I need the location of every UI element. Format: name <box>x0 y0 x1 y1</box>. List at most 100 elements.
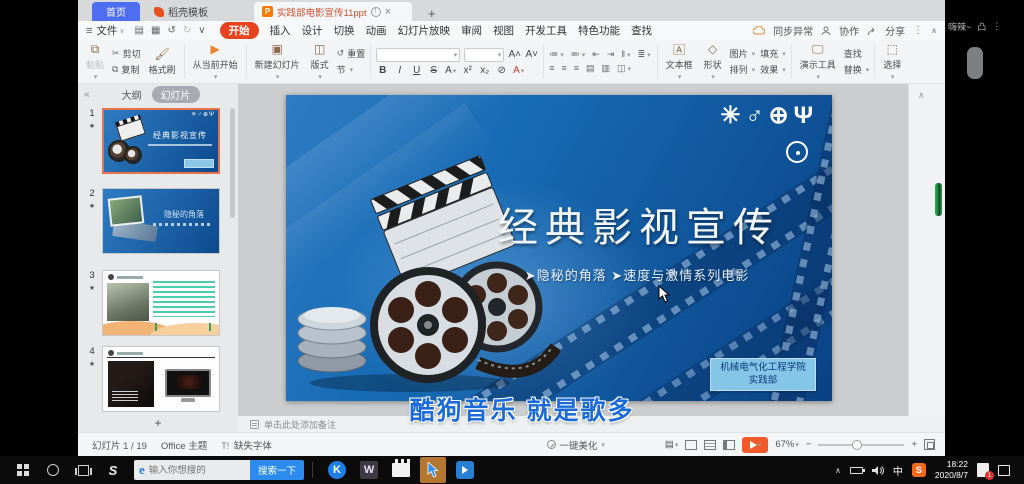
numbering-icon[interactable]: ≕ <box>571 49 587 60</box>
slides-tab[interactable]: 幻灯片 <box>152 86 200 103</box>
sogou-tray-icon[interactable]: S <box>912 463 926 477</box>
search-go-button[interactable]: 搜索一下 <box>250 460 304 480</box>
redo-icon[interactable]: ↻ <box>183 25 191 36</box>
picture-button[interactable]: 图片 <box>730 47 756 60</box>
tray-expand-icon[interactable]: ∧ <box>835 466 841 475</box>
menu-tab-slideshow[interactable]: 幻灯片放映 <box>398 23 451 38</box>
battery-icon[interactable] <box>850 467 863 474</box>
green-scrollbar-thumb[interactable] <box>935 183 942 216</box>
thumbs-up-icon[interactable]: 凸 <box>977 20 986 33</box>
taskbar-app-wps[interactable]: W <box>356 457 382 483</box>
tab-home[interactable]: 首页 <box>92 2 140 21</box>
add-slide-button[interactable]: + <box>78 416 238 432</box>
menu-tab-view[interactable]: 视图 <box>493 23 514 38</box>
scroll-up-icon[interactable]: ∧ <box>918 90 925 101</box>
widget-more-icon[interactable]: ⋮ <box>992 21 1001 32</box>
underline-button[interactable]: U <box>410 65 423 76</box>
reset-button[interactable]: 重置 <box>337 47 366 60</box>
document-notification-icon[interactable]: 1 <box>977 463 989 477</box>
font-color-button[interactable]: A <box>444 65 457 76</box>
text-direction-icon[interactable]: ‖ <box>621 49 631 60</box>
font-name-combo[interactable]: ▾ <box>376 48 460 62</box>
collapse-ribbon-icon[interactable] <box>931 25 937 36</box>
share-label[interactable]: 分享 <box>885 23 905 38</box>
panel-scrollbar[interactable] <box>230 108 235 218</box>
save-icon[interactable]: ▤ <box>135 25 144 36</box>
increase-font-icon[interactable]: A˄ <box>508 49 521 60</box>
menu-tab-insert[interactable]: 插入 <box>270 23 291 38</box>
slide-thumbnail-4[interactable]: 4 ★ <box>78 346 238 416</box>
taskbar-clock[interactable]: 18:22 2020/8/7 <box>935 459 968 481</box>
subscript-button[interactable]: x₂ <box>478 65 491 76</box>
menu-tab-find[interactable]: 查找 <box>631 23 652 38</box>
sync-error-icon[interactable] <box>753 26 765 35</box>
start-button[interactable] <box>8 456 38 484</box>
share-icon[interactable] <box>867 26 877 36</box>
bullets-icon[interactable]: ≔ <box>549 49 565 60</box>
bold-button[interactable]: B <box>376 65 389 76</box>
menu-tab-review[interactable]: 审阅 <box>461 23 482 38</box>
play-from-current-button[interactable]: ▶ 从当前开始 <box>190 41 241 82</box>
decrease-indent-icon[interactable]: ⇤ <box>592 49 601 60</box>
paste-button[interactable]: ⧉ 粘贴 <box>83 41 107 82</box>
slide-sorter-icon[interactable] <box>704 440 716 450</box>
slideshow-play-button[interactable] <box>742 437 768 453</box>
undo-icon[interactable]: ↺ <box>167 25 175 36</box>
menu-tab-transition[interactable]: 切换 <box>334 23 355 38</box>
distribute-icon[interactable]: ▥ <box>602 63 612 74</box>
file-menu[interactable]: 文件 <box>96 23 117 38</box>
strikethrough-button[interactable]: S <box>427 65 440 76</box>
outline-tab[interactable]: 大纲 <box>122 87 142 102</box>
menu-tab-animation[interactable]: 动画 <box>366 23 387 38</box>
fit-to-window-icon[interactable] <box>924 439 935 450</box>
speaker-icon[interactable] <box>872 465 884 476</box>
slide-thumbnail-3[interactable]: 3 ★ <box>78 270 238 340</box>
menu-tab-home[interactable]: 开始 <box>220 22 259 39</box>
format-painter-button[interactable]: 🖌 格式刷 <box>146 46 179 77</box>
one-click-beautify-button[interactable]: 一键美化 <box>547 438 605 452</box>
ime-indicator[interactable]: 中 <box>893 463 903 478</box>
line-spacing-icon[interactable]: ≣ <box>638 49 652 60</box>
columns-icon[interactable]: ◫ <box>617 63 632 74</box>
justify-icon[interactable]: ▤ <box>586 63 596 74</box>
select-button[interactable]: ⬚ 选择 <box>880 41 904 82</box>
menu-tab-special[interactable]: 特色功能 <box>578 23 620 38</box>
slide-1[interactable]: ✳♂⊕Ψ <box>286 95 832 401</box>
slide-thumbnail-1[interactable]: 1 ★ ✳♂⊕Ψ 经典影视宣传 <box>78 108 238 178</box>
collaborate-icon[interactable] <box>821 26 831 36</box>
new-slide-button[interactable]: ▣ 新建幻灯片 <box>252 41 303 82</box>
textbox-button[interactable]: 🄰 文本框 <box>663 41 696 82</box>
action-center-icon[interactable] <box>998 465 1010 476</box>
align-left-icon[interactable]: ≡ <box>549 63 555 74</box>
cortana-button[interactable] <box>38 456 68 484</box>
effect-button[interactable]: 效果 <box>760 63 786 76</box>
increase-indent-icon[interactable]: ⇥ <box>607 49 616 60</box>
replace-button[interactable]: 替换 <box>844 63 870 76</box>
section-button[interactable]: 节 <box>337 63 366 76</box>
missing-font-item[interactable]: T! 缺失字体 <box>221 438 272 452</box>
notes-toggle-icon[interactable]: ▤ <box>665 439 679 450</box>
more-menu-icon[interactable] <box>913 25 923 36</box>
print-icon[interactable]: ▦ <box>151 25 160 36</box>
find-button[interactable]: 查找 <box>844 47 870 60</box>
floating-widget[interactable]: 嗨辣~ 凸 ⋮ <box>948 20 1001 33</box>
theme-name[interactable]: Office 主题 <box>161 438 207 452</box>
fill-button[interactable]: 填充 <box>760 47 786 60</box>
cut-button[interactable]: 剪切 <box>112 47 141 60</box>
zoom-in-button[interactable]: + <box>911 439 917 450</box>
font-size-combo[interactable]: ▾ <box>464 48 504 62</box>
qat-dropdown-icon[interactable]: ∨ <box>198 25 205 36</box>
new-tab-button[interactable]: + <box>422 6 442 21</box>
tab-document[interactable]: P 实践部电影宣传11ppt ! <box>254 2 412 21</box>
slide-title[interactable]: 经典影视宣传 <box>456 195 822 253</box>
normal-view-icon[interactable] <box>685 440 697 450</box>
zoom-level[interactable]: 67% <box>775 439 799 450</box>
presentation-tools-button[interactable]: 🖵 演示工具 <box>797 41 839 82</box>
decrease-font-icon[interactable]: A˅ <box>525 49 538 60</box>
slide-thumbnail-2[interactable]: 2 ★ 隐秘的角落 <box>78 188 238 258</box>
sync-status-label[interactable]: 同步异常 <box>773 23 813 38</box>
reading-view-icon[interactable] <box>723 440 735 450</box>
superscript-button[interactable]: x² <box>461 65 474 76</box>
task-view-button[interactable] <box>68 456 98 484</box>
taskbar-app-kugou[interactable]: K <box>324 457 350 483</box>
